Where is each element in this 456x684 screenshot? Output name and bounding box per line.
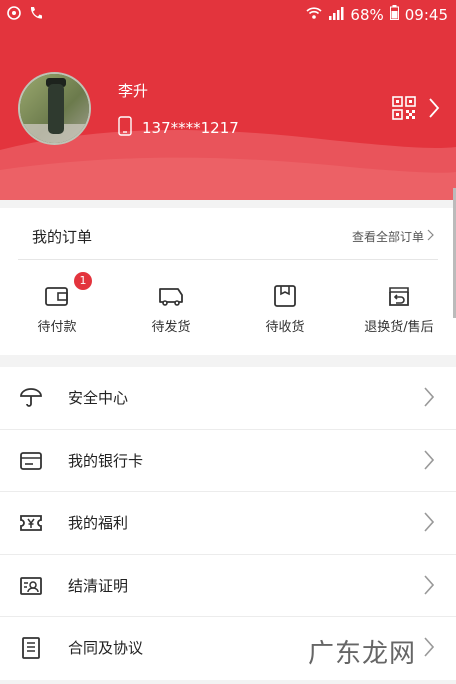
- clock-time: 09:45: [404, 5, 448, 24]
- order-status-row: 1 待付款 待发货 待收货 退换货/售后: [0, 272, 456, 335]
- unpaid-count-badge: 1: [74, 272, 92, 290]
- chevron-right-icon: [424, 637, 435, 661]
- qr-code-icon[interactable]: [392, 96, 416, 124]
- battery-icon: [389, 5, 399, 24]
- user-name: 李升: [118, 82, 149, 100]
- return-icon: [386, 278, 412, 308]
- menu-item-benefits[interactable]: 我的福利: [0, 492, 456, 555]
- wifi-icon: [306, 6, 322, 24]
- order-status-returns[interactable]: 退换货/售后: [342, 278, 456, 335]
- signal-icon: [328, 6, 344, 24]
- ticket-icon: [19, 512, 43, 534]
- order-status-label: 待付款: [37, 320, 77, 335]
- orders-title: 我的订单: [32, 228, 93, 246]
- menu-item-label: 我的银行卡: [68, 451, 144, 470]
- certificate-icon: [19, 575, 43, 597]
- chevron-right-icon: [424, 387, 435, 411]
- menu-item-label: 安全中心: [68, 389, 129, 407]
- chevron-right-icon[interactable]: [428, 97, 440, 123]
- orders-section: 我的订单 查看全部订单 1 待付款 待发货 待收货 退换货/售后: [0, 208, 456, 355]
- mobile-phone-icon: [118, 116, 132, 140]
- chevron-right-icon: [427, 229, 434, 244]
- profile-header: 68% 09:45 李升 137****1217: [0, 0, 456, 200]
- menu-item-bank-cards[interactable]: 我的银行卡: [0, 430, 456, 492]
- card-icon: [19, 450, 43, 472]
- menu-item-security-center[interactable]: 安全中心: [0, 367, 456, 430]
- order-status-label: 退换货/售后: [364, 320, 434, 335]
- orders-header: 我的订单 查看全部订单: [18, 208, 438, 260]
- order-status-to-ship[interactable]: 待发货: [114, 278, 228, 335]
- order-status-pending-payment[interactable]: 1 待付款: [0, 272, 114, 335]
- menu-item-label: 我的福利: [68, 514, 129, 532]
- menu-item-label: 合同及协议: [68, 639, 144, 657]
- battery-percent: 68%: [350, 5, 384, 24]
- order-status-label: 待发货: [151, 320, 191, 335]
- phone-row: 137****1217: [118, 116, 239, 140]
- order-status-label: 待收货: [265, 320, 305, 335]
- package-icon: [273, 278, 297, 308]
- order-status-to-receive[interactable]: 待收货: [228, 278, 342, 335]
- menu-item-label: 结清证明: [68, 576, 129, 595]
- view-all-orders-label: 查看全部订单: [351, 230, 424, 244]
- status-bar: 68% 09:45: [0, 0, 456, 30]
- phone-call-icon: [28, 5, 44, 25]
- watermark-text: 广东龙网: [307, 639, 416, 669]
- document-icon: [19, 637, 43, 659]
- avatar[interactable]: [18, 72, 91, 145]
- wallet-icon: [44, 278, 70, 308]
- chevron-right-icon: [424, 449, 435, 474]
- chevron-right-icon: [424, 574, 435, 599]
- phone-number: 137****1217: [142, 119, 239, 137]
- umbrella-icon: [19, 387, 43, 409]
- truck-icon: [157, 278, 185, 308]
- chevron-right-icon: [424, 512, 435, 536]
- view-all-orders-link[interactable]: 查看全部订单: [352, 228, 434, 245]
- sync-icon: [6, 5, 22, 25]
- menu-item-settlement-certificate[interactable]: 结清证明: [0, 555, 456, 617]
